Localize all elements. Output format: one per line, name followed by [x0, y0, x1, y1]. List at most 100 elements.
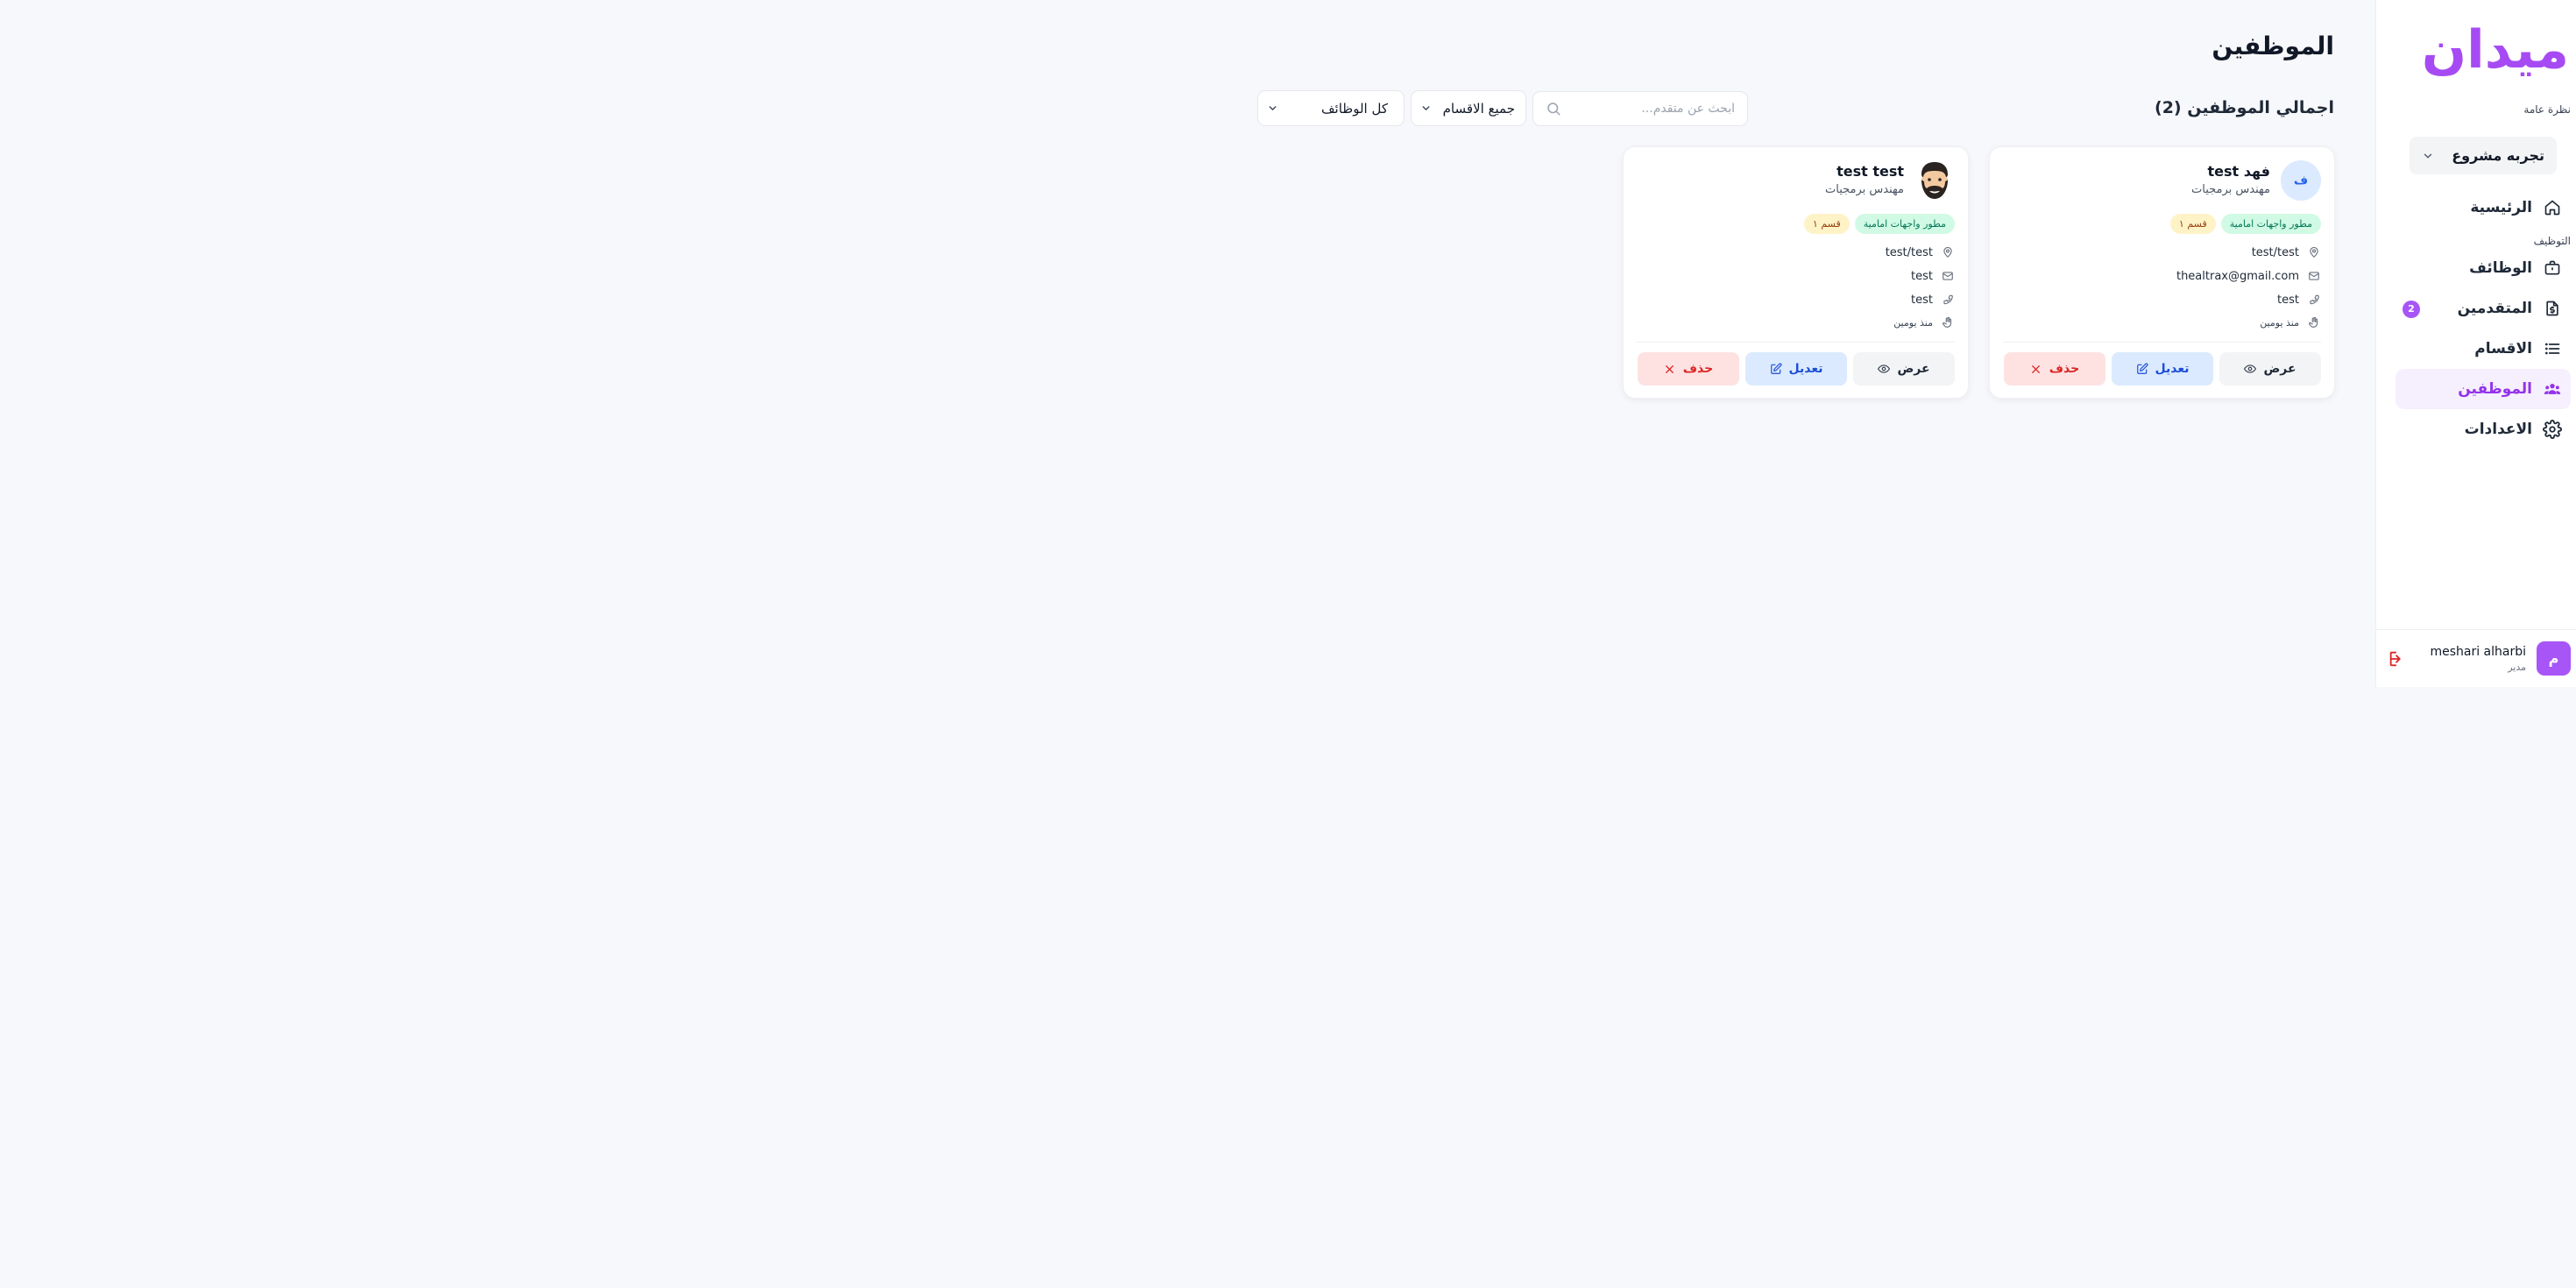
employee-card: test test مهندس برمجيات مطور واجهات امام… — [1623, 146, 1969, 399]
sidebar: ميدان نظرة عامة تجربه مشروع الرئيسية الت… — [2375, 0, 2576, 687]
delete-button[interactable]: حذف — [2004, 352, 2105, 386]
phone-icon — [2307, 293, 2321, 307]
avatar[interactable]: م — [2537, 641, 2571, 676]
employee-phone: test — [2277, 293, 2299, 307]
delete-button[interactable]: حذف — [1638, 352, 1739, 386]
eye-icon — [2244, 363, 2257, 375]
employee-location: test/test — [1885, 245, 1933, 259]
applicants-count-badge: 2 — [2403, 301, 2420, 318]
mail-icon — [1941, 269, 1955, 283]
phone-row: test — [1911, 293, 1955, 307]
employee-name: فهد test — [2207, 163, 2270, 180]
user-profile: م meshari alharbi مدير — [2375, 629, 2576, 687]
logout-icon[interactable] — [2388, 649, 2407, 669]
sidebar-item-label: الاعدادات — [2464, 421, 2532, 438]
briefcase-icon — [2543, 258, 2562, 278]
department-tag: قسم ١ — [1803, 214, 1850, 234]
sidebar-item-employees[interactable]: الموظفين — [2396, 369, 2571, 409]
users-icon — [2543, 379, 2562, 399]
email-row: thealtrax@gmail.com — [2176, 269, 2321, 283]
app-logo[interactable]: ميدان — [2422, 19, 2569, 81]
employee-role: مهندس برمجيات — [2191, 183, 2270, 196]
delete-label: حذف — [1682, 362, 1714, 376]
hand-wave-icon — [1941, 315, 1955, 329]
employee-email: thealtrax@gmail.com — [2176, 269, 2299, 283]
hand-wave-icon — [2307, 315, 2321, 329]
job-tag: مطور واجهات امامية — [1854, 214, 1955, 234]
employee-email: test — [1911, 269, 1933, 283]
total-employees-label: اجمالي الموظفين (2) — [2155, 98, 2334, 117]
employee-name: test test — [1836, 163, 1904, 180]
department-filter-select[interactable]: جميع الاقسام — [1411, 90, 1526, 126]
employee-phone: test — [1911, 293, 1933, 307]
chevron-down-icon — [2424, 153, 2432, 158]
department-tag: قسم ١ — [2169, 214, 2216, 234]
search-icon — [1547, 103, 1560, 116]
tag-row: مطور واجهات امامية قسم ١ — [2169, 214, 2321, 234]
bearded-man-icon — [1921, 162, 1948, 199]
sidebar-item-settings[interactable]: الاعدادات — [2396, 409, 2571, 449]
edit-label: تعديل — [1788, 362, 1823, 376]
project-select-label: تجربه مشروع — [2452, 147, 2544, 164]
employee-joined: منذ يومين — [2260, 316, 2299, 329]
chevron-down-icon — [1269, 106, 1277, 110]
edit-icon — [2136, 363, 2148, 375]
location-row: test/test — [2252, 245, 2321, 259]
location-pin-icon — [1941, 245, 1955, 259]
file-dollar-icon — [2543, 299, 2562, 318]
department-filter-value: جميع الاقسام — [1442, 100, 1515, 117]
chevron-down-icon — [1422, 106, 1430, 110]
phone-row: test — [2277, 293, 2321, 307]
user-name: meshari alharbi — [2430, 644, 2526, 659]
employee-role: مهندس برمجيات — [1825, 183, 1904, 196]
sidebar-item-applicants[interactable]: المتقدمين 2 — [2396, 288, 2571, 329]
employee-card: ف فهد test مهندس برمجيات مطور واجهات اما… — [1989, 146, 2335, 399]
joined-row: منذ يومين — [1893, 315, 1955, 329]
location-pin-icon — [2307, 245, 2321, 259]
joined-row: منذ يومين — [2260, 315, 2321, 329]
gear-icon — [2543, 420, 2562, 439]
close-icon — [2030, 363, 2042, 375]
project-select[interactable]: تجربه مشروع — [2410, 137, 2557, 174]
view-label: عرض — [1897, 362, 1930, 376]
employee-location: test/test — [2251, 245, 2299, 259]
sidebar-item-label: الموظفين — [2458, 380, 2532, 398]
employee-joined: منذ يومين — [1893, 316, 1933, 329]
avatar — [1914, 160, 1955, 201]
edit-button[interactable]: تعديل — [2112, 352, 2213, 386]
phone-icon — [1941, 293, 1955, 307]
edit-icon — [1770, 363, 1782, 375]
home-icon — [2543, 198, 2562, 217]
job-tag: مطور واجهات امامية — [2220, 214, 2321, 234]
jobs-filter-value: كل الوظائف — [1321, 100, 1388, 117]
view-button[interactable]: عرض — [2219, 352, 2321, 386]
search-input[interactable] — [1568, 102, 1735, 116]
search-box — [1532, 91, 1748, 126]
tag-row: مطور واجهات امامية قسم ١ — [1803, 214, 1955, 234]
mail-icon — [2307, 269, 2321, 283]
view-button[interactable]: عرض — [1853, 352, 1955, 386]
edit-label: تعديل — [2155, 362, 2190, 376]
overview-label: نظرة عامة — [2523, 103, 2571, 116]
section-hiring-label: التوظيف — [2533, 235, 2571, 247]
sidebar-item-label: الرئيسية — [2470, 199, 2532, 216]
user-role: مدير — [2508, 661, 2526, 673]
user-info: meshari alharbi مدير — [2430, 645, 2526, 673]
list-icon — [2543, 339, 2562, 358]
jobs-filter-select[interactable]: كل الوظائف — [1257, 90, 1405, 126]
sidebar-item-label: المتقدمين — [2457, 300, 2532, 317]
edit-button[interactable]: تعديل — [1745, 352, 1847, 386]
close-icon — [1664, 363, 1676, 375]
view-label: عرض — [2263, 362, 2296, 376]
sidebar-item-label: الاقسام — [2474, 340, 2532, 357]
card-divider — [1637, 342, 1955, 343]
card-divider — [2003, 342, 2321, 343]
eye-icon — [1878, 363, 1891, 375]
sidebar-item-home[interactable]: الرئيسية — [2396, 188, 2571, 228]
delete-label: حذف — [2049, 362, 2080, 376]
sidebar-item-jobs[interactable]: الوظائف — [2396, 248, 2571, 288]
sidebar-item-departments[interactable]: الاقسام — [2396, 329, 2571, 369]
location-row: test/test — [1886, 245, 1955, 259]
email-row: test — [1911, 269, 1955, 283]
avatar: ف — [2281, 160, 2321, 201]
